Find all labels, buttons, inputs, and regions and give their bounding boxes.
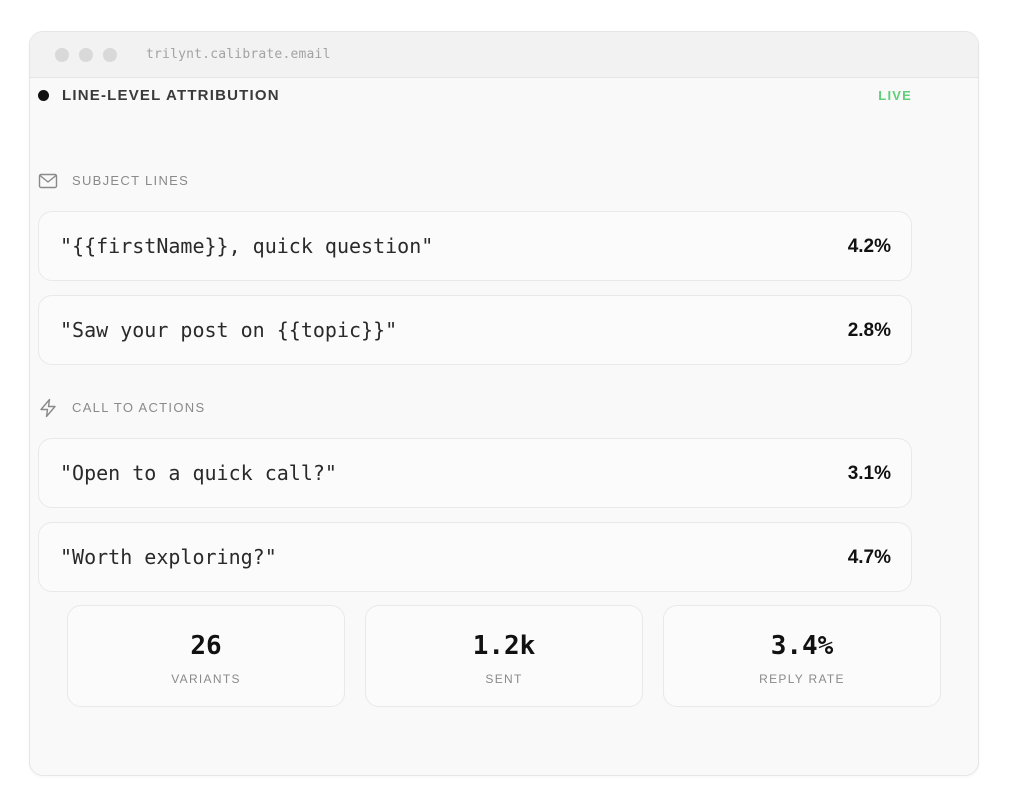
subject-lines-label-text: SUBJECT LINES [72, 173, 190, 188]
stat-label: REPLY RATE [759, 672, 845, 686]
window-minimize-button[interactable] [79, 48, 93, 62]
window-titlebar: trilynt.calibrate.email [30, 32, 978, 78]
stat-value: 1.2k [472, 631, 536, 661]
stat-label: SENT [485, 672, 523, 686]
cta-text: "Worth exploring?" [60, 545, 277, 569]
call-to-actions-label-text: CALL TO ACTIONS [72, 400, 206, 415]
subject-line-text: "{{firstName}}, quick question" [60, 234, 434, 258]
live-badge: LIVE [878, 88, 912, 103]
status-dot-icon [38, 90, 49, 101]
cta-text: "Open to a quick call?" [60, 461, 337, 485]
window-close-button[interactable] [55, 48, 69, 62]
stat-card-reply-rate: 3.4% REPLY RATE [663, 605, 941, 707]
stat-value: 26 [190, 631, 222, 661]
stat-card-variants: 26 VARIANTS [67, 605, 345, 707]
cta-rate: 3.1% [847, 463, 891, 484]
lightning-icon [38, 398, 58, 418]
call-to-actions-label: CALL TO ACTIONS [38, 398, 338, 418]
subject-line-rate: 4.2% [847, 236, 891, 257]
stat-value: 3.4% [770, 631, 834, 661]
cta-rate: 4.7% [847, 547, 891, 568]
stat-card-sent: 1.2k SENT [365, 605, 643, 707]
window-zoom-button[interactable] [103, 48, 117, 62]
mail-icon [38, 171, 58, 191]
subject-line-text: "Saw your post on {{topic}}" [60, 318, 398, 342]
window-url: trilynt.calibrate.email [146, 47, 331, 62]
subject-line-rate: 2.8% [847, 320, 891, 341]
panel-title: LINE-LEVEL ATTRIBUTION [62, 87, 280, 104]
stat-label: VARIANTS [171, 672, 241, 686]
subject-lines-label: SUBJECT LINES [38, 171, 338, 191]
panel-header: LINE-LEVEL ATTRIBUTION LIVE [38, 86, 912, 106]
subject-line-row[interactable]: "Saw your post on {{topic}}" 2.8% [38, 295, 912, 365]
cta-row[interactable]: "Open to a quick call?" 3.1% [38, 438, 912, 508]
subject-line-row[interactable]: "{{firstName}}, quick question" 4.2% [38, 211, 912, 281]
cta-row[interactable]: "Worth exploring?" 4.7% [38, 522, 912, 592]
